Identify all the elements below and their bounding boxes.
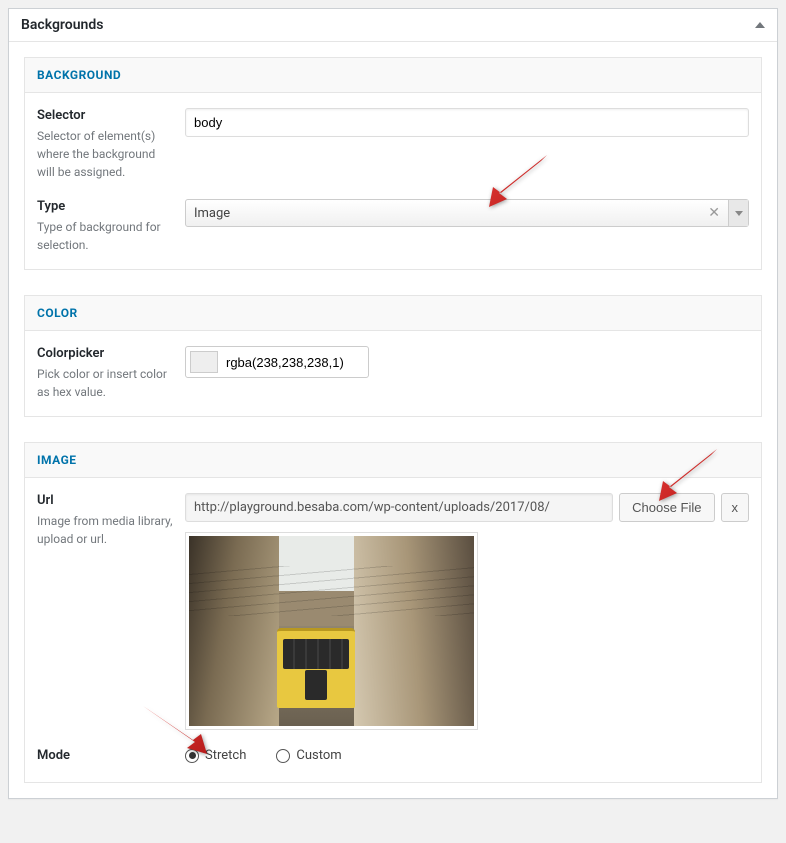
background-section-header: BACKGROUND xyxy=(25,58,761,93)
colorpicker-field: Colorpicker Pick color or insert color a… xyxy=(37,346,749,401)
colorpicker-input[interactable] xyxy=(224,353,364,372)
background-section-body: Selector Selector of element(s) where th… xyxy=(25,93,761,269)
background-section: BACKGROUND Selector Selector of element(… xyxy=(24,57,762,270)
type-select[interactable]: Image ✕ xyxy=(185,199,749,227)
selector-field: Selector Selector of element(s) where th… xyxy=(37,108,749,181)
colorpicker-input-wrap[interactable] xyxy=(185,346,369,378)
url-label: Url xyxy=(37,493,175,508)
image-section-header: IMAGE xyxy=(25,443,761,478)
mode-radio-stretch-label: Stretch xyxy=(205,748,246,763)
url-field: Url Image from media library, upload or … xyxy=(37,493,749,730)
color-section: COLOR Colorpicker Pick color or insert c… xyxy=(24,295,762,417)
radio-icon xyxy=(276,749,290,763)
mode-field: Mode Stretch Custom xyxy=(37,748,749,767)
mode-label: Mode xyxy=(37,748,175,763)
image-section: IMAGE Url Image from media library, uplo… xyxy=(24,442,762,783)
panel-title: Backgrounds xyxy=(21,17,103,33)
selector-desc: Selector of element(s) where the backgro… xyxy=(37,127,175,181)
url-desc: Image from media library, upload or url. xyxy=(37,512,175,548)
panel-header[interactable]: Backgrounds xyxy=(9,9,777,42)
radio-icon xyxy=(185,749,199,763)
selector-label: Selector xyxy=(37,108,175,123)
type-clear-icon[interactable]: ✕ xyxy=(700,205,728,221)
image-section-body: Url Image from media library, upload or … xyxy=(25,478,761,782)
backgrounds-panel: Backgrounds BACKGROUND Selector Selector… xyxy=(8,8,778,799)
choose-file-button[interactable]: Choose File xyxy=(619,493,714,522)
color-section-body: Colorpicker Pick color or insert color a… xyxy=(25,331,761,416)
type-desc: Type of background for selection. xyxy=(37,218,175,254)
color-section-header: COLOR xyxy=(25,296,761,331)
mode-radio-group: Stretch Custom xyxy=(185,748,749,763)
url-input[interactable]: http://playground.besaba.com/wp-content/… xyxy=(185,493,613,522)
type-label: Type xyxy=(37,199,175,214)
clear-url-button[interactable]: x xyxy=(721,493,750,522)
colorpicker-label: Colorpicker xyxy=(37,346,175,361)
mode-radio-custom[interactable]: Custom xyxy=(276,748,341,763)
mode-radio-stretch[interactable]: Stretch xyxy=(185,748,246,763)
selector-input[interactable] xyxy=(185,108,749,137)
image-thumbnail xyxy=(185,532,478,730)
color-swatch[interactable] xyxy=(190,351,218,373)
type-field: Type Type of background for selection. I… xyxy=(37,199,749,254)
type-select-value: Image xyxy=(186,206,700,221)
type-dropdown-icon[interactable] xyxy=(728,200,748,226)
mode-radio-custom-label: Custom xyxy=(296,748,341,763)
panel-body: BACKGROUND Selector Selector of element(… xyxy=(9,42,777,798)
collapse-icon[interactable] xyxy=(755,22,765,28)
colorpicker-desc: Pick color or insert color as hex value. xyxy=(37,365,175,401)
